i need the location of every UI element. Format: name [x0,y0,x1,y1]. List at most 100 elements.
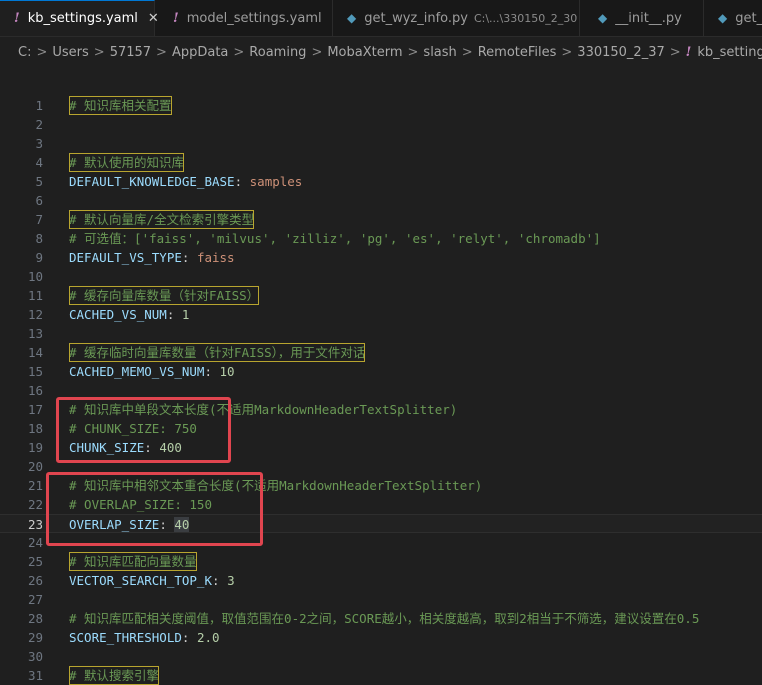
yaml-value: faiss [196,250,235,265]
tab-label: get_wyz_info.py [364,10,468,26]
python-file-icon: ◆ [718,11,728,25]
breadcrumb-item[interactable]: 57157 [110,45,151,60]
code-line: 14 # 缓存临时向量库数量（针对FAISS），用于文件对话 [0,343,762,362]
breadcrumb-item[interactable]: Roaming [249,45,306,60]
code-line: 28 # 知识库匹配相关度阈值，取值范围在0-2之间，SCORE越小，相关度越高，… [0,609,762,628]
tab-model-settings[interactable]: ! model_settings.yaml [155,0,333,36]
breadcrumb-item[interactable]: AppData [172,45,228,60]
code-line: 29 SCORE_THRESHOLD: 2.0 [0,628,762,647]
line-number: 22 [27,497,43,512]
tab-init[interactable]: ◆ __init__.py [580,0,704,36]
line-number: 5 [35,174,43,189]
code-line: 30 [0,647,762,666]
annotation-box-chunk-size [56,397,231,463]
line-number: 6 [35,193,43,208]
breadcrumb-separator: > [461,44,473,60]
editor-tab-bar: ! kb_settings.yaml ✕ ! model_settings.ya… [0,0,762,37]
line-number: 13 [27,326,43,341]
code-line: 5 DEFAULT_KNOWLEDGE_BASE: samples [0,172,762,191]
breadcrumb-separator: > [311,44,323,60]
yaml-key: DEFAULT_KNOWLEDGE_BASE [69,174,235,189]
tab-kb-settings[interactable]: ! kb_settings.yaml ✕ [0,0,159,36]
code-line: 26 VECTOR_SEARCH_TOP_K: 3 [0,571,762,590]
line-number: 29 [27,630,43,645]
comment: # 缓存临时向量库数量（针对FAISS），用于文件对话 [69,343,366,362]
line-number: 16 [27,383,43,398]
code-line: 31 # 默认搜索引擎 [0,666,762,685]
line-number: 7 [35,212,43,227]
line-number: 28 [27,611,43,626]
code-line: 11 # 缓存向量库数量（针对FAISS） [0,286,762,305]
line-number: 27 [27,592,43,607]
line-number: 17 [27,402,43,417]
code-line: 2 [0,115,762,134]
breadcrumb-separator: > [36,44,48,60]
line-number: 21 [27,478,43,493]
comment: # 知识库匹配相关度阈值，取值范围在0-2之间，SCORE越小，相关度越高，取到… [69,611,700,626]
tab-label: model_settings.yaml [186,10,322,26]
line-number: 30 [27,649,43,664]
line-number: 8 [35,231,43,246]
yaml-file-icon: ! [685,44,692,60]
comment: # 可选值：['faiss', 'milvus', 'zilliz', 'pg'… [69,231,601,246]
breadcrumb-item[interactable]: slash [423,45,456,60]
yaml-key: CACHED_MEMO_VS_NUM [69,364,205,379]
line-number: 2 [35,117,43,132]
yaml-key: CACHED_VS_NUM [69,307,167,322]
line-number: 31 [27,668,43,683]
breadcrumb-item[interactable]: C: [18,45,31,60]
yaml-key: SCORE_THRESHOLD [69,630,182,645]
line-number: 25 [27,554,43,569]
line-number: 23 [27,517,43,532]
line-number: 9 [35,250,43,265]
line-number: 3 [35,136,43,151]
breadcrumb-separator: > [561,44,573,60]
breadcrumb-separator: > [669,44,681,60]
code-line: 8 # 可选值：['faiss', 'milvus', 'zilliz', 'pg… [0,229,762,248]
comment: # 默认使用的知识库 [69,153,185,172]
breadcrumb: C: > Users > 57157 > AppData > Roaming > Moba… [0,37,762,67]
comment: # 知识库相关配置 [69,96,172,115]
breadcrumb-item[interactable]: RemoteFiles [478,45,557,60]
line-number: 10 [27,269,43,284]
line-number: 12 [27,307,43,322]
tab-path: C:\...\330150_2_30 [473,11,578,25]
tab-label: kb_settings.yaml [27,11,138,26]
breadcrumb-item[interactable]: Users [52,45,88,60]
breadcrumb-separator: > [233,44,245,60]
comment: # 默认搜索引擎 [69,666,160,685]
code-line: 9 DEFAULT_VS_TYPE: faiss [0,248,762,267]
yaml-value: 10 [219,364,235,379]
code-line: 6 [0,191,762,210]
code-line: 13 [0,324,762,343]
yaml-file-icon: ! [14,11,20,26]
comment: # 知识库匹配向量数量 [69,552,197,571]
breadcrumb-separator: > [407,44,419,60]
line-number: 14 [27,345,43,360]
breadcrumb-item[interactable]: 330150_2_37 [577,45,664,60]
tab-label: get_ [735,10,762,26]
yaml-value: 2.0 [196,630,220,645]
tab-get[interactable]: ◆ get_ [704,0,762,36]
tab-get-wyz-info[interactable]: ◆ get_wyz_info.py C:\...\330150_2_30 [333,0,580,36]
yaml-value: samples [249,174,303,189]
code-line: 25 # 知识库匹配向量数量 [0,552,762,571]
line-number: 4 [35,155,43,170]
line-number: 24 [27,535,43,550]
line-number: 15 [27,364,43,379]
line-number: 19 [27,440,43,455]
tab-label: __init__.py [615,10,682,26]
breadcrumb-item[interactable]: MobaXterm [327,45,402,60]
breadcrumb-separator: > [156,44,167,60]
line-number: 1 [35,98,43,113]
annotation-box-overlap-size [46,472,263,546]
comment: # 缓存向量库数量（针对FAISS） [69,286,260,305]
code-editor[interactable]: 1 # 知识库相关配置 2 3 4 # 默认使用的知识库 5 DEFAULT_KNOW… [0,94,762,685]
yaml-value: 3 [227,573,235,588]
breadcrumb-item-file[interactable]: kb_settings.yaml [697,45,762,60]
line-number: 11 [27,288,43,303]
line-number: 18 [27,421,43,436]
code-line: 1 # 知识库相关配置 [0,96,762,115]
code-line: 27 [0,590,762,609]
code-line: 4 # 默认使用的知识库 [0,153,762,172]
